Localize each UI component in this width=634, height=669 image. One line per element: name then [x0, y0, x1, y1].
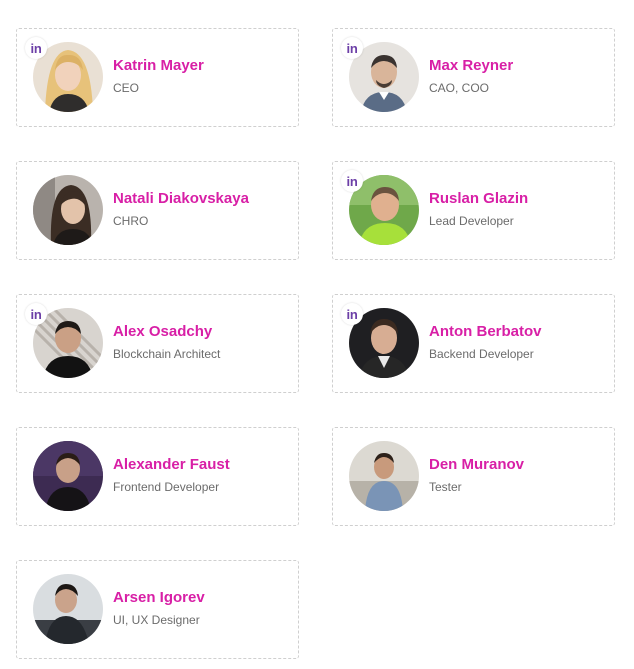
member-role: CHRO	[113, 214, 149, 228]
team-card: in Alex Osadchy Blockchain Architect	[16, 294, 299, 393]
member-role: Blockchain Architect	[113, 347, 221, 361]
team-card: Den Muranov Tester	[332, 427, 615, 526]
member-name[interactable]: Natali Diakovskaya	[113, 190, 249, 207]
member-name[interactable]: Alexander Faust	[113, 456, 230, 473]
member-role: CAO, COO	[429, 81, 490, 95]
team-card: in Anton Berbatov Backend Developer	[332, 294, 615, 393]
avatar	[33, 574, 103, 644]
member-name[interactable]: Alex Osadchy	[113, 323, 212, 340]
linkedin-icon[interactable]: in	[25, 37, 47, 59]
member-role: Tester	[429, 480, 462, 494]
linkedin-icon[interactable]: in	[341, 37, 363, 59]
linkedin-icon-label: in	[346, 306, 358, 322]
member-name[interactable]: Katrin Mayer	[113, 57, 204, 74]
avatar	[33, 175, 103, 245]
linkedin-icon-label: in	[346, 173, 358, 189]
linkedin-icon-label: in	[30, 306, 42, 322]
linkedin-icon[interactable]: in	[25, 303, 47, 325]
member-role: UI, UX Designer	[113, 613, 200, 627]
linkedin-icon[interactable]: in	[341, 303, 363, 325]
member-role: Backend Developer	[429, 347, 534, 361]
team-card: in Ruslan Glazin Lead Developer	[332, 161, 615, 260]
member-name[interactable]: Arsen Igorev	[113, 589, 205, 606]
avatar	[33, 441, 103, 511]
team-card: Alexander Faust Frontend Developer	[16, 427, 299, 526]
team-card: Natali Diakovskaya CHRO	[16, 161, 299, 260]
member-role: CEO	[113, 81, 140, 95]
member-role: Lead Developer	[429, 214, 514, 228]
member-name[interactable]: Max Reyner	[429, 57, 513, 74]
linkedin-icon[interactable]: in	[341, 170, 363, 192]
member-name[interactable]: Anton Berbatov	[429, 323, 542, 340]
member-name[interactable]: Den Muranov	[429, 456, 524, 473]
avatar	[349, 441, 419, 511]
member-role: Frontend Developer	[113, 480, 220, 494]
member-name[interactable]: Ruslan Glazin	[429, 190, 528, 207]
linkedin-icon-label: in	[30, 40, 42, 56]
linkedin-icon-label: in	[346, 40, 358, 56]
team-card: Arsen Igorev UI, UX Designer	[16, 560, 299, 659]
team-card: in Max Reyner CAO, COO	[332, 28, 615, 127]
team-card: in Katrin Mayer CEO	[16, 28, 299, 127]
